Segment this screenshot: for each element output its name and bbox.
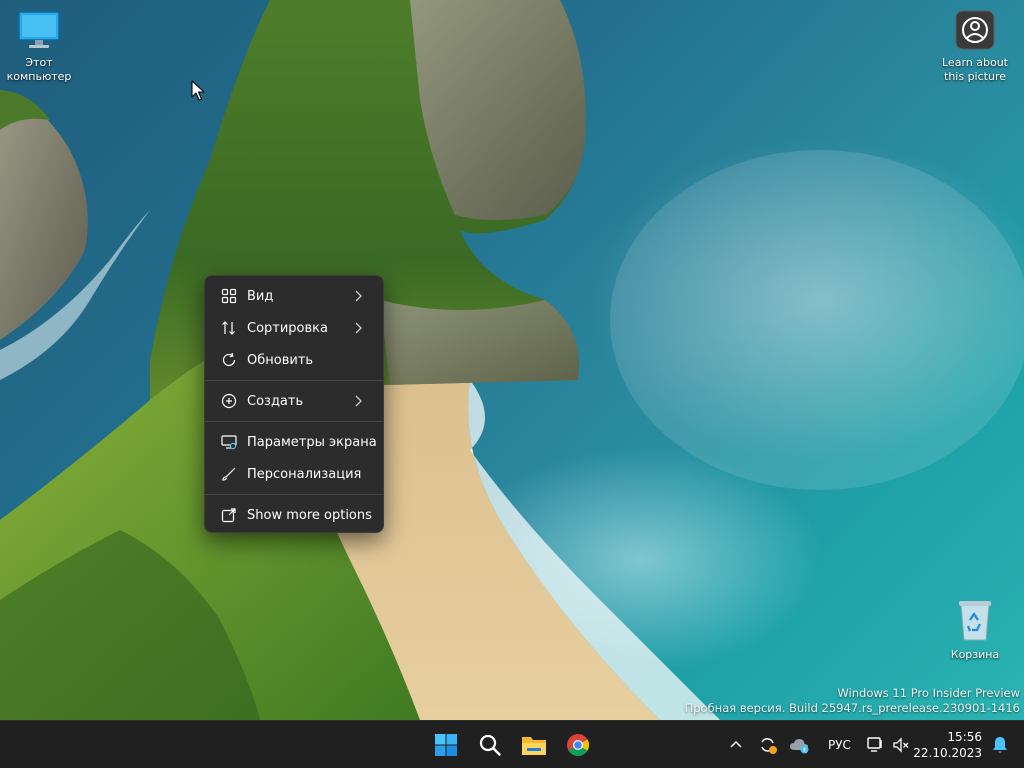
monitor-icon [0, 10, 78, 54]
brush-icon [221, 466, 237, 482]
desktop-wallpaper [0, 0, 1024, 720]
chevron-right-icon [351, 321, 365, 335]
mouse-cursor [191, 80, 205, 106]
desktop-icon-recycle-bin[interactable]: Корзина [936, 598, 1014, 662]
desktop-icon-label-line1: Этот [25, 56, 53, 69]
menu-item-show-more-options[interactable]: Show more options [209, 499, 379, 531]
taskbar: РУС 15:56 22.10.2023 [0, 720, 1024, 768]
chevron-up-icon [730, 740, 742, 748]
watermark-edition: Windows 11 Pro Insider Preview [837, 686, 1020, 700]
desktop-icon-label-line1: Корзина [950, 648, 1000, 661]
menu-item-refresh[interactable]: Обновить [209, 344, 379, 376]
search-button[interactable] [470, 727, 510, 763]
notifications-button[interactable] [984, 727, 1016, 763]
network-icon [867, 737, 882, 752]
menu-item-create[interactable]: Создать [209, 385, 379, 417]
menu-item-label: Вид [247, 288, 274, 304]
cloud-info-icon [790, 739, 809, 754]
desktop-icon-label-line2: this picture [944, 70, 1006, 83]
wallpaper-landscape [0, 0, 1024, 720]
bell-icon [993, 737, 1007, 753]
clock-time: 15:56 [947, 730, 982, 744]
menu-separator [205, 380, 383, 381]
menu-item-label: Show more options [247, 507, 372, 523]
menu-item-label: Создать [247, 393, 304, 409]
volume-muted-icon [893, 737, 909, 753]
desktop-icon-learn-about-picture[interactable]: Learn about this picture [936, 10, 1014, 84]
menu-separator [205, 421, 383, 422]
file-explorer-icon [522, 737, 546, 755]
clock[interactable]: 15:56 22.10.2023 [913, 729, 982, 761]
menu-item-sort[interactable]: Сортировка [209, 312, 379, 344]
recycle-bin-icon [936, 598, 1014, 646]
menu-item-label: Сортировка [247, 320, 328, 336]
menu-item-view[interactable]: Вид [209, 280, 379, 312]
desktop-icon-label-line1: Learn about [942, 56, 1008, 69]
desktop-icon-label-line2: компьютер [6, 70, 72, 83]
search-icon [479, 734, 501, 756]
show-hidden-icons-button[interactable] [720, 727, 752, 763]
desktop-icon-this-pc[interactable]: Этот компьютер [0, 10, 78, 84]
chrome-button[interactable] [558, 727, 598, 763]
camera-info-icon [936, 10, 1014, 54]
plus-circle-icon [221, 393, 237, 409]
display-settings-icon [221, 434, 237, 450]
tray-sync-button[interactable] [752, 727, 784, 763]
menu-item-label: Обновить [247, 352, 314, 368]
language-indicator[interactable]: РУС [828, 738, 851, 752]
pointer-cursor-icon [191, 80, 205, 101]
desktop-context-menu: Вид Сортировка Обновить Создать Параметр… [204, 275, 384, 533]
sync-warning-icon [761, 738, 777, 754]
tray-volume-button[interactable] [886, 727, 916, 763]
chevron-right-icon [351, 289, 365, 303]
refresh-icon [221, 352, 237, 368]
menu-item-personalize[interactable]: Персонализация [209, 458, 379, 490]
sort-arrows-icon [221, 320, 237, 336]
file-explorer-button[interactable] [514, 727, 554, 763]
grid-icon [221, 288, 237, 304]
start-button[interactable] [426, 727, 466, 763]
clock-date: 22.10.2023 [913, 746, 982, 760]
menu-item-label: Параметры экрана [247, 434, 377, 450]
open-external-icon [221, 507, 237, 523]
watermark-build: Пробная версия. Build 25947.rs_prereleas… [684, 701, 1020, 715]
menu-separator [205, 494, 383, 495]
chevron-right-icon [351, 394, 365, 408]
os-watermark: Windows 11 Pro Insider Preview Пробная в… [685, 686, 1020, 716]
chrome-icon [567, 734, 589, 756]
menu-item-label: Персонализация [247, 466, 362, 482]
menu-item-display-settings[interactable]: Параметры экрана [209, 426, 379, 458]
tray-onedrive-button[interactable] [784, 727, 816, 763]
start-icon [435, 734, 457, 756]
